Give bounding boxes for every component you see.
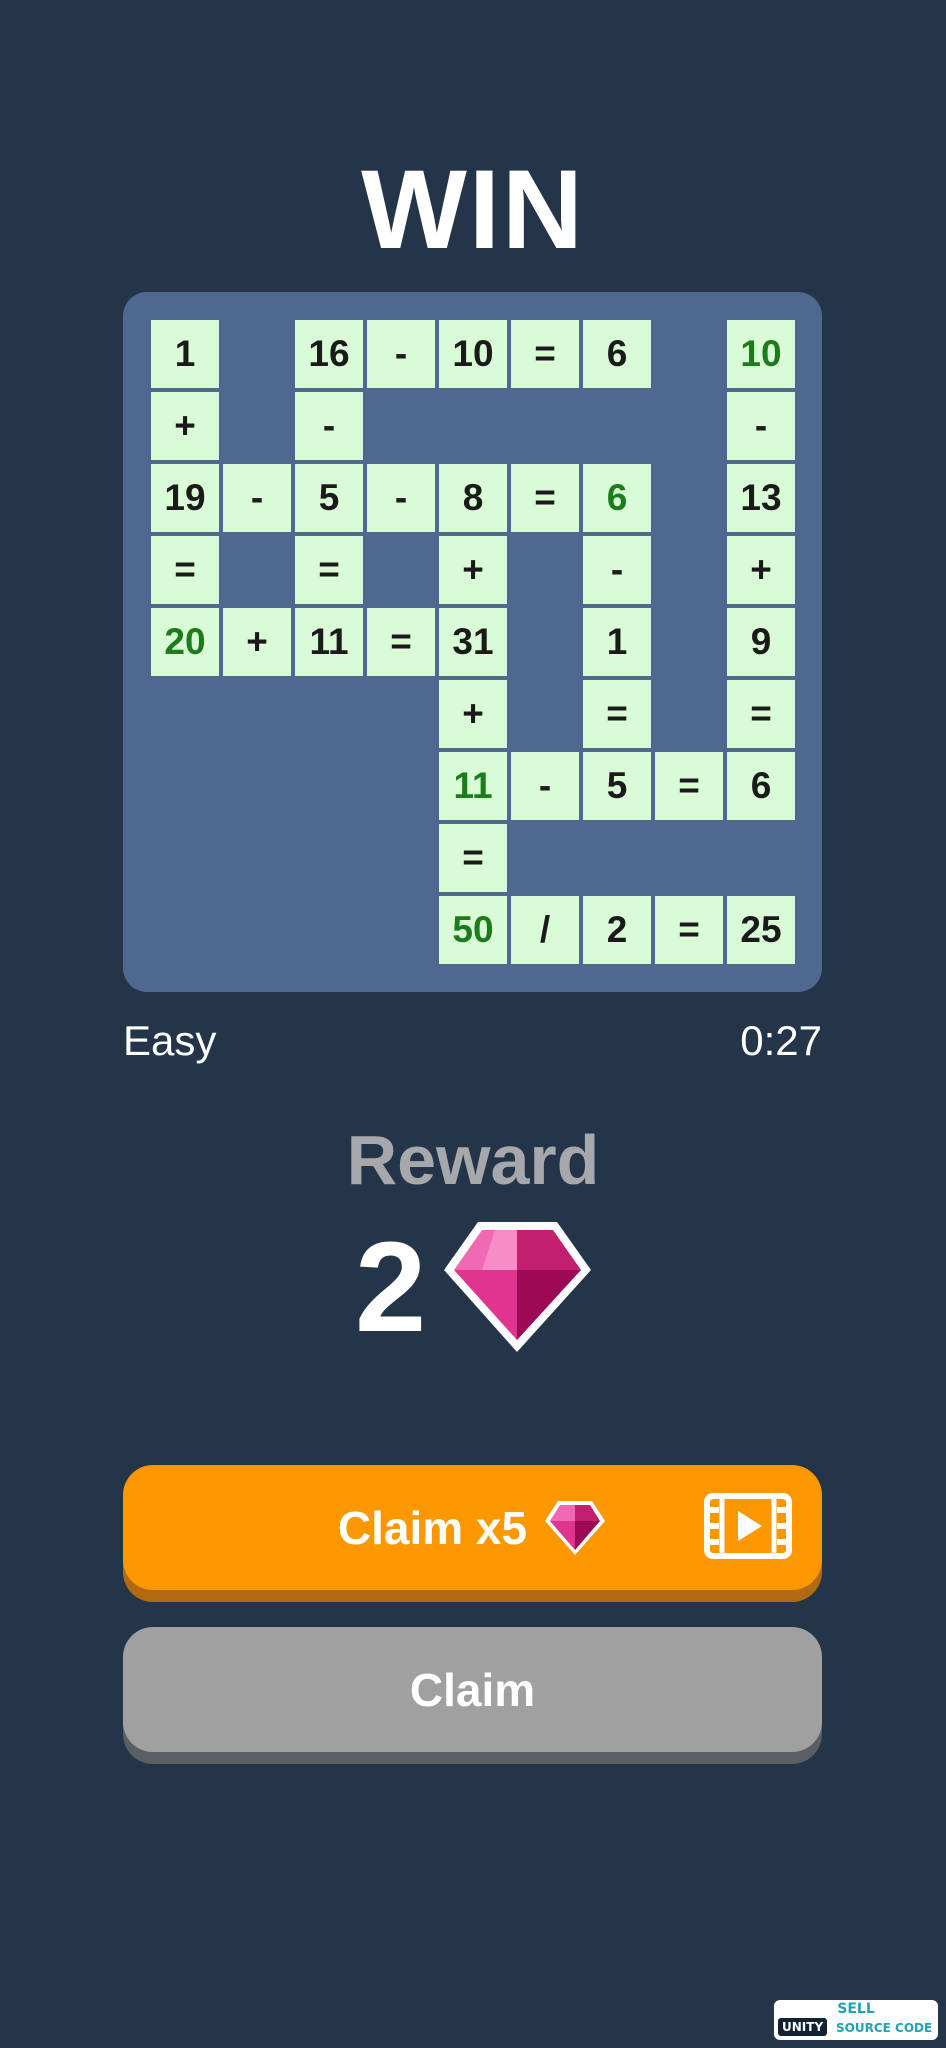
puzzle-cell: 25 — [727, 896, 795, 964]
puzzle-cell: 19 — [151, 464, 219, 532]
puzzle-cell: 11 — [295, 608, 363, 676]
puzzle-cell: = — [511, 464, 579, 532]
puzzle-cell: = — [295, 536, 363, 604]
puzzle-cell: - — [223, 464, 291, 532]
puzzle-cell: 5 — [583, 752, 651, 820]
claim-label: Claim — [409, 1663, 536, 1716]
watermark-logo: SELL UNITY SOURCE CODE — [774, 2000, 938, 2040]
puzzle-cell: 6 — [583, 320, 651, 388]
puzzle-cell-answer: 50 — [439, 896, 507, 964]
puzzle-cell-answer: 10 — [727, 320, 795, 388]
watermark-left: UNITY — [778, 2018, 828, 2036]
puzzle-cell: = — [511, 320, 579, 388]
puzzle-cell: / — [511, 896, 579, 964]
puzzle-cell: = — [655, 896, 723, 964]
puzzle-cell: 16 — [295, 320, 363, 388]
puzzle-cell: + — [439, 680, 507, 748]
win-screen: WIN 1 16-10 = 6 10 + - -19-5-8 = 6 13 = = + - +20 +11 = 31… — [0, 0, 946, 2048]
puzzle-cell: 10 — [439, 320, 507, 388]
difficulty-label: Easy — [123, 1017, 217, 1064]
puzzle-cell: - — [583, 536, 651, 604]
puzzle-cell-answer: 11 — [439, 752, 507, 820]
puzzle-cell: + — [727, 536, 795, 604]
reward-amount: 2 — [355, 1216, 427, 1359]
puzzle-cell: - — [295, 392, 363, 460]
puzzle-cell: 13 — [727, 464, 795, 532]
puzzle-cell-answer: 6 — [583, 464, 651, 532]
puzzle-cell: = — [727, 680, 795, 748]
puzzle-cell: - — [727, 392, 795, 460]
claim-x5-button[interactable]: Claim x5 — [123, 1465, 822, 1590]
gem-icon — [444, 1222, 591, 1352]
puzzle-cell: = — [367, 608, 435, 676]
puzzle-cell: 31 — [439, 608, 507, 676]
watermark-right: SOURCE CODE — [836, 2021, 933, 2035]
puzzle-cell: = — [439, 824, 507, 892]
video-ad-icon — [704, 1493, 792, 1559]
puzzle-cell: = — [151, 536, 219, 604]
puzzle-cell: 5 — [295, 464, 363, 532]
puzzle-cell: 2 — [583, 896, 651, 964]
puzzle-cell: + — [223, 608, 291, 676]
claim-x5-label: Claim x5 — [337, 1501, 528, 1554]
puzzle-board: 1 16-10 = 6 10 + - -19-5-8 = 6 13 = = + - +20 +11 = 31 1 9 + =… — [123, 292, 822, 992]
puzzle-cell: 8 — [439, 464, 507, 532]
timer-label: 0:27 — [740, 1017, 822, 1064]
claim-button[interactable]: Claim — [123, 1627, 822, 1752]
gem-icon — [545, 1500, 606, 1555]
win-title: WIN — [361, 147, 585, 272]
watermark-top: SELL — [837, 2001, 875, 2017]
puzzle-cell: - — [367, 464, 435, 532]
puzzle-cell-answer: 20 — [151, 608, 219, 676]
puzzle-cell: = — [583, 680, 651, 748]
puzzle-cell: 1 — [151, 320, 219, 388]
puzzle-cell: - — [511, 752, 579, 820]
puzzle-cell: - — [367, 320, 435, 388]
puzzle-cell: 6 — [727, 752, 795, 820]
puzzle-cell: + — [151, 392, 219, 460]
puzzle-cell: + — [439, 536, 507, 604]
puzzle-cell: 9 — [727, 608, 795, 676]
reward-label: Reward — [346, 1121, 600, 1199]
puzzle-cell: = — [655, 752, 723, 820]
puzzle-cell: 1 — [583, 608, 651, 676]
